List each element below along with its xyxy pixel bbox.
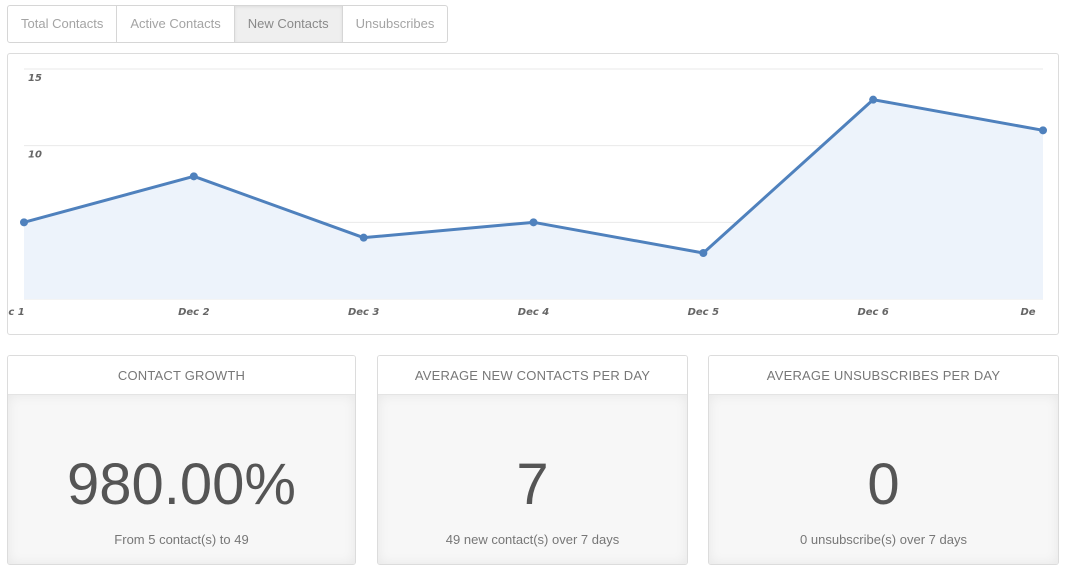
x-tick-label: Dec 6: [857, 307, 888, 318]
card-body: 7 49 new contact(s) over 7 days: [378, 395, 687, 564]
x-tick-label: De: [1020, 307, 1035, 318]
data-point: [20, 218, 28, 227]
avg-unsubscribes-card: AVERAGE UNSUBSCRIBES PER DAY 0 0 unsubsc…: [708, 355, 1059, 565]
tab-active-contacts[interactable]: Active Contacts: [117, 6, 235, 42]
card-subtitle: From 5 contact(s) to 49: [114, 532, 249, 547]
x-tick-label: Dec 4: [518, 307, 549, 318]
tab-new-contacts[interactable]: New Contacts: [234, 6, 343, 42]
data-point: [869, 95, 878, 104]
card-subtitle: 0 unsubscribe(s) over 7 days: [800, 532, 967, 547]
card-body: 980.00% From 5 contact(s) to 49: [8, 395, 355, 564]
data-point: [1039, 126, 1047, 135]
card-value: 7: [516, 452, 549, 517]
data-point: [359, 233, 368, 242]
tab-total-contacts[interactable]: Total Contacts: [8, 6, 118, 42]
data-point: [189, 172, 198, 181]
avg-new-contacts-card: AVERAGE NEW CONTACTS PER DAY 7 49 new co…: [377, 355, 688, 565]
tab-bar: Total Contacts Active Contacts New Conta…: [7, 5, 449, 43]
chart-panel: 51015Dec 1Dec 2Dec 3Dec 4Dec 5Dec 6De: [7, 53, 1059, 335]
line-chart: 51015Dec 1Dec 2Dec 3Dec 4Dec 5Dec 6De: [8, 68, 1047, 318]
card-value: 980.00%: [67, 452, 296, 517]
y-tick-label: 15: [28, 73, 42, 84]
card-value: 0: [867, 452, 900, 517]
data-point: [529, 218, 538, 227]
tab-unsubscribes[interactable]: Unsubscribes: [343, 6, 448, 42]
x-tick-label: Dec 3: [348, 307, 379, 318]
series-area: [24, 99, 1043, 299]
card-body: 0 0 unsubscribe(s) over 7 days: [709, 395, 1058, 564]
y-tick-label: 10: [28, 150, 42, 161]
x-tick-label: Dec 5: [688, 307, 719, 318]
x-tick-label: Dec 2: [178, 307, 209, 318]
card-subtitle: 49 new contact(s) over 7 days: [445, 532, 620, 547]
card-title: CONTACT GROWTH: [8, 356, 355, 395]
x-tick-label: Dec 1: [8, 307, 25, 318]
data-point: [699, 249, 708, 257]
contact-growth-card: CONTACT GROWTH 980.00% From 5 contact(s)…: [7, 355, 356, 565]
card-title: AVERAGE UNSUBSCRIBES PER DAY: [709, 356, 1058, 395]
card-title: AVERAGE NEW CONTACTS PER DAY: [378, 356, 687, 395]
